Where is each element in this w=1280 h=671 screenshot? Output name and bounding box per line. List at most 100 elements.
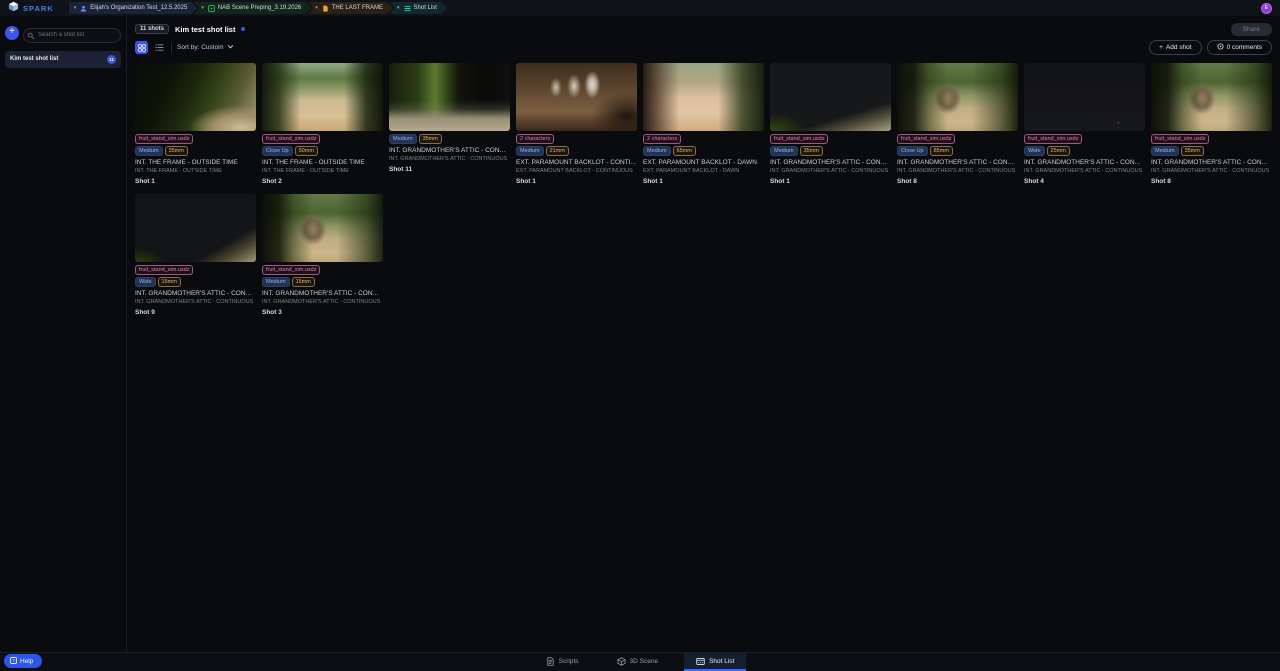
shot-card[interactable]: Medium35mmINT. GRANDMOTHER'S ATTIC - CON… (389, 63, 510, 173)
shot-size-tag: Medium (643, 146, 671, 156)
shot-thumbnail[interactable] (643, 63, 764, 131)
grid-view-button[interactable] (135, 41, 148, 54)
shot-card[interactable]: fruit_stand_sim.usdzMedium35mmINT. GRAND… (770, 63, 891, 185)
breadcrumb-label: NAB Scene Preping_3.19.2026 (218, 5, 301, 11)
shot-title: INT. THE FRAME - OUTSIDE TIME (135, 159, 256, 166)
shot-number: Shot 9 (135, 309, 256, 316)
grid-view-icon (138, 39, 146, 57)
lens-tag: 35mm (800, 146, 823, 156)
breadcrumb-label: THE LAST FRAME (332, 5, 383, 11)
search-input[interactable] (23, 28, 121, 43)
scene-icon (208, 5, 215, 12)
tab-shot-list[interactable]: Shot List (684, 653, 746, 671)
main-panel: 11 shots Kim test shot list Share (127, 16, 1280, 652)
app-logo: SPARK (8, 0, 54, 17)
spark-cube-icon (8, 0, 19, 17)
asset-tag: fruit_stand_sim.usdz (1151, 134, 1209, 144)
sidebar-item-label: Kim test shot list (10, 56, 58, 62)
shot-card[interactable]: fruit_stand_sim.usdzMedium15mmINT. GRAND… (262, 194, 383, 316)
chevron-down-icon: ▾ (315, 5, 318, 11)
help-button[interactable]: ? Help (4, 654, 42, 668)
chevron-down-icon: ▾ (397, 5, 400, 11)
shot-number: Shot 1 (135, 178, 256, 185)
lens-tag: 65mm (673, 146, 696, 156)
shot-title: INT. GRANDMOTHER'S ATTIC - CONTINUOUS (389, 147, 510, 154)
bottom-tab-bar: Scripts 3D Scene Shot List (0, 652, 1280, 671)
shot-thumbnail[interactable] (770, 63, 891, 131)
shot-location: INT. GRANDMOTHER'S ATTIC - CONTINUOUS (897, 168, 1018, 174)
shot-thumbnail[interactable] (135, 194, 256, 262)
shot-thumbnail[interactable] (897, 63, 1018, 131)
comments-label: 0 comments (1227, 44, 1262, 51)
shot-card[interactable]: fruit_stand_sim.usdzMedium35mmINT. THE F… (135, 63, 256, 185)
shot-title: INT. GRANDMOTHER'S ATTIC - CONTINUOUS (262, 290, 383, 297)
comments-button[interactable]: 0 comments (1207, 40, 1272, 55)
tab-scripts[interactable]: Scripts (534, 653, 591, 671)
sort-by-label: Sort by: Custom (177, 44, 224, 51)
shot-number: Shot 3 (262, 309, 383, 316)
breadcrumb-item-3[interactable]: ▾ THE LAST FRAME (308, 2, 393, 14)
shot-card[interactable]: fruit_stand_sim.usdzWide25mmINT. GRANDMO… (1024, 63, 1145, 185)
person-icon (80, 5, 87, 12)
shot-card[interactable]: fruit_stand_sim.usdzWide15mmINT. GRANDMO… (135, 194, 256, 316)
shot-number: Shot 1 (643, 178, 764, 185)
sidebar-item-shot-list[interactable]: Kim test shot list 11 (5, 51, 121, 68)
breadcrumb: ▾Elijah's Organization Test_12.5.2025▾NA… (69, 2, 447, 14)
shot-size-tag: Medium (262, 277, 290, 287)
toolbar-divider (171, 43, 172, 53)
shot-number: Shot 1 (770, 178, 891, 185)
shot-location: INT. GRANDMOTHER'S ATTIC - CONTINUOUS (1151, 168, 1272, 174)
shot-number: Shot 4 (1024, 178, 1145, 185)
breadcrumb-item-4[interactable]: ▾Shot List (390, 2, 447, 14)
asset-tag: fruit_stand_sim.usdz (770, 134, 828, 144)
title-indicator-dot (241, 27, 245, 31)
asset-tag: 2 characters (643, 134, 681, 144)
shot-card[interactable]: 2 charactersMedium21mmEXT. PARAMOUNT BAC… (516, 63, 637, 185)
share-button[interactable]: Share (1231, 23, 1272, 36)
sort-by-control[interactable]: Sort by: Custom (177, 43, 234, 52)
shot-card[interactable]: fruit_stand_sim.usdzMedium35mmINT. GRAND… (1151, 63, 1272, 185)
chevron-down-icon: ▾ (201, 5, 204, 11)
shot-location: INT. GRANDMOTHER'S ATTIC - CONTINUOUS (1024, 168, 1145, 174)
shot-thumbnail[interactable] (135, 63, 256, 131)
shot-thumbnail[interactable] (1151, 63, 1272, 131)
breadcrumb-item-1[interactable]: ▾Elijah's Organization Test_12.5.2025 (69, 2, 198, 14)
shot-thumbnail[interactable] (389, 63, 510, 131)
shot-thumbnail[interactable] (262, 63, 383, 131)
tab-3d-scene[interactable]: 3D Scene (605, 653, 671, 671)
lens-tag: 35mm (165, 146, 188, 156)
plus-icon: + (1159, 44, 1163, 51)
shot-location: INT. GRANDMOTHER'S ATTIC - CONTINUOUS (262, 299, 383, 305)
shot-title: INT. GRANDMOTHER'S ATTIC - CONTINUOUS (897, 159, 1018, 166)
shot-location: INT. THE FRAME - OUTSIDE TIME (135, 168, 256, 174)
lens-tag: 85mm (930, 146, 953, 156)
lens-tag: 15mm (158, 277, 181, 287)
shot-number: Shot 11 (389, 166, 510, 173)
shot-count-badge: 11 shots (135, 24, 169, 34)
shot-thumbnail[interactable] (262, 194, 383, 262)
shot-thumbnail[interactable] (516, 63, 637, 131)
shot-size-tag: Medium (135, 146, 163, 156)
asset-tag: fruit_stand_sim.usdz (135, 265, 193, 275)
asset-tag: fruit_stand_sim.usdz (262, 265, 320, 275)
page-title: Kim test shot list (175, 25, 235, 34)
shot-size-tag: Medium (1151, 146, 1179, 156)
user-avatar[interactable]: E (1261, 3, 1272, 14)
shot-thumbnail[interactable] (1024, 63, 1145, 131)
comment-icon (1217, 43, 1224, 52)
asset-tag: fruit_stand_sim.usdz (262, 134, 320, 144)
chevron-down-icon (227, 43, 234, 52)
breadcrumb-item-2[interactable]: ▾ NAB Scene Preping_3.19.2026 (194, 2, 311, 14)
new-shot-list-button[interactable]: + (5, 26, 19, 40)
shot-count-badge: 11 (107, 55, 116, 64)
tab-label: Scripts (559, 658, 579, 665)
add-shot-label: Add shot (1166, 44, 1192, 51)
shot-card[interactable]: 2 charactersMedium65mmEXT. PARAMOUNT BAC… (643, 63, 764, 185)
shot-card[interactable]: fruit_stand_sim.usdzClose Up50mmINT. THE… (262, 63, 383, 185)
shot-list-sidebar: + Kim test shot list 11 (0, 16, 127, 652)
lens-tag: 50mm (295, 146, 318, 156)
list-view-button[interactable] (153, 41, 166, 54)
shot-title: INT. GRANDMOTHER'S ATTIC - CONTINUOUS (770, 159, 891, 166)
add-shot-button[interactable]: + Add shot (1149, 40, 1201, 55)
shot-card[interactable]: fruit_stand_sim.usdzClose Up85mmINT. GRA… (897, 63, 1018, 185)
